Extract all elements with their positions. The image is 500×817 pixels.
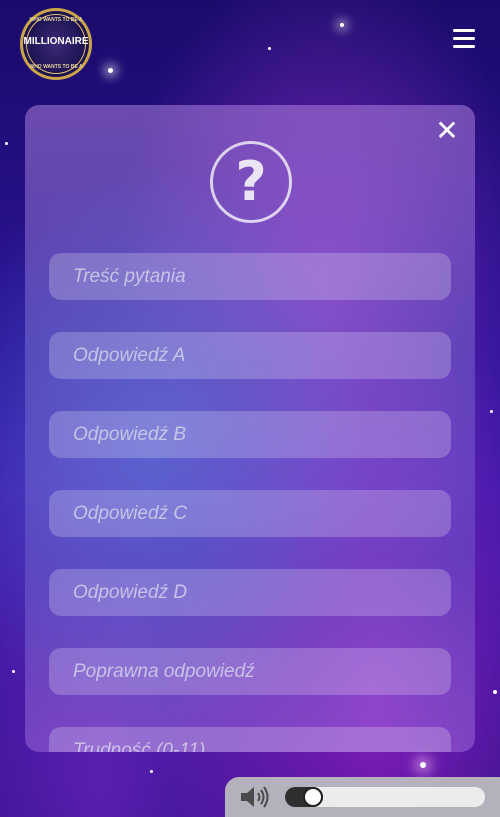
star — [5, 142, 8, 145]
millionaire-logo[interactable]: WHO WANTS TO BE A MILLIONAIRE WHO WANTS … — [20, 8, 92, 80]
star — [12, 670, 15, 673]
star — [493, 690, 497, 694]
star — [490, 410, 493, 413]
hamburger-menu-icon[interactable] — [453, 29, 477, 51]
answer-d-input[interactable] — [49, 569, 451, 616]
logo-ring-text-bottom: WHO WANTS TO BE A — [29, 64, 83, 70]
answer-c-input[interactable] — [49, 490, 451, 537]
top-bar: WHO WANTS TO BE A MILLIONAIRE WHO WANTS … — [0, 0, 500, 80]
menu-line — [453, 37, 475, 40]
question-mark-icon: ? — [210, 141, 292, 223]
star — [420, 762, 426, 768]
volume-control — [225, 777, 500, 817]
speaker-icon[interactable] — [239, 784, 271, 810]
star — [150, 770, 153, 773]
menu-line — [453, 45, 475, 48]
correct-answer-input[interactable] — [49, 648, 451, 695]
answer-a-input[interactable] — [49, 332, 451, 379]
close-icon[interactable]: ✕ — [435, 117, 459, 145]
logo-main-text: MILLIONAIRE — [23, 36, 89, 47]
add-question-dialog: ✕ ? — [25, 105, 475, 752]
volume-slider-thumb[interactable] — [303, 787, 323, 807]
answer-b-input[interactable] — [49, 411, 451, 458]
volume-slider[interactable] — [285, 787, 485, 807]
difficulty-input[interactable] — [49, 727, 451, 752]
logo-ring-text-top: WHO WANTS TO BE A — [29, 17, 83, 23]
question-text-input[interactable] — [49, 253, 451, 300]
menu-line — [453, 29, 475, 32]
